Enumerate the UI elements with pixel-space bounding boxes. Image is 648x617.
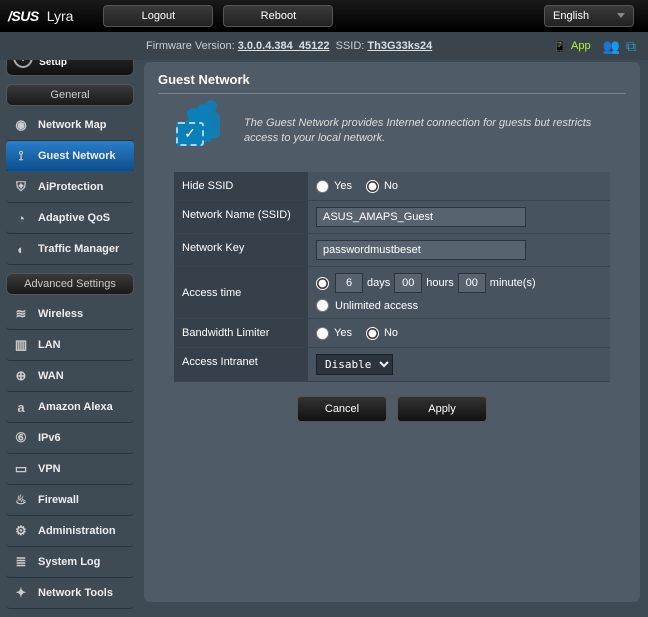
ssid-label: SSID: [336, 40, 365, 52]
days-label: days [367, 277, 390, 289]
sidebar-item-ipv6[interactable]: ⑥ IPv6 [6, 423, 134, 454]
guest-network-form: Hide SSID Yes No Network Name (SSID) Net… [174, 172, 610, 382]
access-days-input[interactable] [335, 273, 363, 293]
language-select[interactable]: English [544, 5, 634, 27]
network-map-icon: ◉ [12, 116, 30, 134]
sidebar-item-aiprotection[interactable]: ⛨ AiProtection [6, 172, 134, 203]
hide-ssid-yes[interactable]: Yes [316, 180, 352, 193]
system-log-icon: ≣ [12, 553, 30, 571]
sidebar-item-wireless[interactable]: ≋ Wireless [6, 299, 134, 330]
sidebar-item-lan[interactable]: ▥ LAN [6, 330, 134, 361]
guest-network-icon: ⟟ [12, 147, 30, 165]
nav-label: Guest Network [38, 150, 116, 162]
nav-label: AiProtection [38, 181, 103, 193]
sidebar-item-traffic-manager[interactable]: ◐ Traffic Manager [6, 234, 134, 265]
network-name-input[interactable] [316, 207, 526, 227]
nav-label: VPN [38, 463, 61, 475]
panel-title: Guest Network [158, 72, 626, 94]
traffic-manager-icon: ◐ [12, 240, 30, 258]
bw-limit-no[interactable]: No [366, 327, 398, 340]
ipv6-icon: ⑥ [12, 429, 30, 447]
sidebar-heading-advanced: Advanced Settings [6, 273, 134, 295]
nav-label: Adaptive QoS [38, 212, 110, 224]
wireless-icon: ≋ [12, 305, 30, 323]
access-minutes-input[interactable] [458, 273, 486, 293]
lan-icon: ▥ [12, 336, 30, 354]
guest-network-icon: ✓ [174, 108, 230, 154]
guest-network-panel: Guest Network ✓ The Guest Network provid… [144, 62, 640, 602]
sidebar-item-system-log[interactable]: ≣ System Log [6, 547, 134, 578]
nav-label: WAN [38, 370, 64, 382]
language-label: English [553, 10, 589, 22]
nav-label: Network Tools [38, 587, 113, 599]
access-time-limited-radio[interactable] [316, 277, 329, 290]
sidebar-item-wan[interactable]: ⊕ WAN [6, 361, 134, 392]
ssid-value[interactable]: Th3G33ks24 [367, 40, 432, 52]
sidebar-item-amazon-alexa[interactable]: a Amazon Alexa [6, 392, 134, 423]
network-name-label: Network Name (SSID) [174, 201, 308, 233]
access-time-unlimited-radio[interactable] [316, 299, 329, 312]
reboot-button[interactable]: Reboot [223, 5, 333, 27]
model-name: Lyra [47, 8, 74, 24]
access-intranet-select[interactable]: Disable [316, 354, 393, 375]
hide-ssid-no[interactable]: No [366, 180, 398, 193]
network-key-input[interactable] [316, 240, 526, 260]
access-hours-input[interactable] [394, 273, 422, 293]
nav-label: Wireless [38, 308, 83, 320]
sidebar-item-firewall[interactable]: ♨ Firewall [6, 485, 134, 516]
amazon-alexa-icon: a [12, 398, 30, 416]
fw-version[interactable]: 3.0.0.4.384_45122 [238, 40, 330, 52]
info-bar: Firmware Version: 3.0.0.4.384_45122 SSID… [0, 32, 648, 60]
mesh-icon[interactable]: ⧉ [626, 38, 636, 55]
bandwidth-limiter-label: Bandwidth Limiter [174, 319, 308, 347]
adaptive-qos-icon: ◔ [12, 209, 30, 227]
sidebar-item-administration[interactable]: ⚙ Administration [6, 516, 134, 547]
main-content: Firmware Version: 3.0.0.4.384_45122 SSID… [140, 32, 648, 617]
network-tools-icon: ✦ [12, 584, 30, 602]
minutes-label: minute(s) [490, 277, 536, 289]
network-key-label: Network Key [174, 234, 308, 266]
access-time-label: Access time [174, 267, 308, 318]
firewall-icon: ♨ [12, 491, 30, 509]
users-icon[interactable]: 👥 [603, 38, 620, 55]
cancel-button[interactable]: Cancel [297, 396, 387, 422]
apply-button[interactable]: Apply [397, 396, 487, 422]
sidebar: ✻ Quick Internet Setup General ◉Network … [0, 32, 140, 617]
nav-label: Traffic Manager [38, 243, 119, 255]
nav-label: LAN [38, 339, 61, 351]
nav-label: Firewall [38, 494, 79, 506]
app-header: /SUS Lyra Logout Reboot English [0, 0, 648, 32]
app-label: App [571, 40, 591, 52]
nav-label: IPv6 [38, 432, 61, 444]
nav-label: Network Map [38, 119, 106, 131]
app-link[interactable]: 📱 App [553, 40, 590, 53]
nav-label: Administration [38, 525, 116, 537]
logout-button[interactable]: Logout [103, 5, 213, 27]
brand-logo: /SUS [8, 8, 39, 24]
unlimited-label: Unlimited access [335, 300, 418, 312]
sidebar-item-adaptive-qos[interactable]: ◔ Adaptive QoS [6, 203, 134, 234]
aiprotection-icon: ⛨ [12, 178, 30, 196]
app-icon: 📱 [553, 40, 567, 53]
nav-label: Amazon Alexa [38, 401, 113, 413]
wan-icon: ⊕ [12, 367, 30, 385]
sidebar-item-vpn[interactable]: ▭ VPN [6, 454, 134, 485]
sidebar-item-network-map[interactable]: ◉ Network Map [6, 110, 134, 141]
chevron-down-icon [617, 13, 625, 18]
sidebar-item-guest-network[interactable]: ⟟ Guest Network [6, 141, 134, 172]
access-intranet-label: Access Intranet [174, 348, 308, 381]
intro-text: The Guest Network provides Internet conn… [244, 116, 610, 147]
hours-label: hours [426, 277, 454, 289]
nav-label: System Log [38, 556, 100, 568]
administration-icon: ⚙ [12, 522, 30, 540]
bw-limit-yes[interactable]: Yes [316, 327, 352, 340]
vpn-icon: ▭ [12, 460, 30, 478]
sidebar-item-network-tools[interactable]: ✦ Network Tools [6, 578, 134, 609]
sidebar-heading-general: General [6, 84, 134, 106]
fw-label: Firmware Version: [146, 40, 235, 52]
hide-ssid-label: Hide SSID [174, 172, 308, 200]
